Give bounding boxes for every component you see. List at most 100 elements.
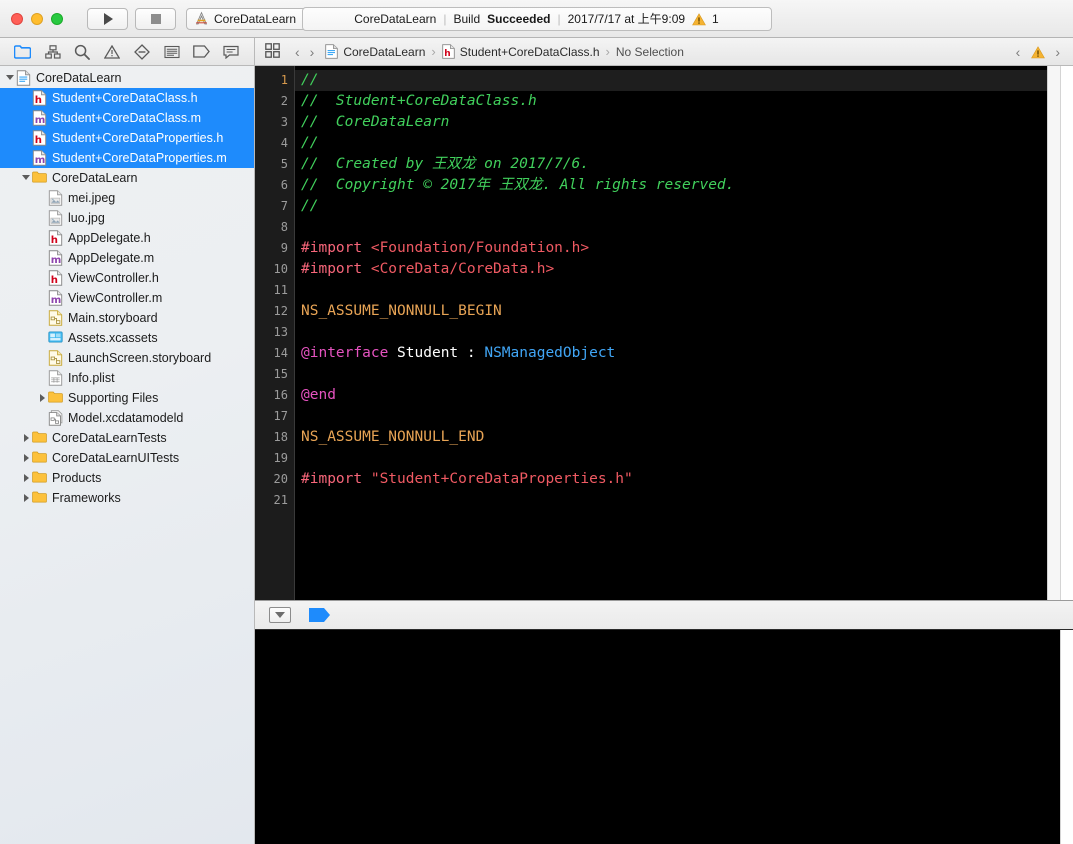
line-number: 18 bbox=[273, 430, 288, 444]
navigator-tab-debug[interactable] bbox=[162, 43, 182, 61]
breadcrumb-project[interactable]: CoreDataLearn bbox=[325, 44, 425, 59]
navigator-row[interactable]: Main.storyboard bbox=[0, 308, 254, 328]
navigate-back-button[interactable]: ‹ bbox=[290, 44, 305, 60]
minimize-window-button[interactable] bbox=[31, 12, 43, 25]
navigator-row[interactable]: Frameworks bbox=[0, 488, 254, 508]
folder-icon bbox=[32, 470, 47, 486]
editor-column: 1 2 3 4 5 6 7 8 9 10 11 12 13 14 15 16 17 18 19 20 21 //// S… bbox=[255, 66, 1073, 844]
navigator-tab-bar bbox=[0, 38, 255, 65]
code-line[interactable]: NS_ASSUME_NONNULL_END bbox=[295, 427, 1073, 448]
debug-console[interactable] bbox=[255, 630, 1073, 844]
navigator-row[interactable]: LaunchScreen.storyboard bbox=[0, 348, 254, 368]
navigator-tab-source-control[interactable] bbox=[43, 43, 63, 61]
svg-text:m: m bbox=[51, 255, 62, 266]
navigator-row-label: Supporting Files bbox=[68, 391, 159, 405]
code-line[interactable]: // CoreDataLearn bbox=[295, 112, 1073, 133]
navigator-row[interactable]: m AppDelegate.m bbox=[0, 248, 254, 268]
code-line[interactable]: @end bbox=[295, 385, 1073, 406]
line-number: 10 bbox=[273, 262, 288, 276]
disclosure-triangle-icon[interactable] bbox=[20, 474, 32, 482]
navigator-row[interactable]: h ViewController.h bbox=[0, 268, 254, 288]
status-build-result: Succeeded bbox=[487, 11, 551, 26]
editor-vertical-scrollbar[interactable] bbox=[1047, 66, 1060, 600]
navigator-row[interactable]: h Student+CoreDataClass.h bbox=[0, 88, 254, 108]
navigator-tab-breakpoint[interactable] bbox=[191, 43, 211, 61]
code-line[interactable]: // Student+CoreDataClass.h bbox=[295, 91, 1073, 112]
navigator-row[interactable]: m ViewController.m bbox=[0, 288, 254, 308]
project-navigator: CoreDataLearn h Student+CoreDataClass.h m St… bbox=[0, 66, 255, 844]
code-line[interactable] bbox=[295, 322, 1073, 343]
source-code-editor[interactable]: 1 2 3 4 5 6 7 8 9 10 11 12 13 14 15 16 17 18 19 20 21 //// S… bbox=[255, 66, 1073, 600]
navigator-row[interactable]: CoreDataLearnUITests bbox=[0, 448, 254, 468]
header-file-icon: h bbox=[48, 270, 63, 286]
navigator-row-label: Products bbox=[52, 471, 102, 485]
code-line[interactable] bbox=[295, 448, 1073, 469]
navigator-row-label: CoreDataLearn bbox=[36, 71, 122, 85]
code-token-type: NSManagedObject bbox=[484, 345, 616, 361]
navigator-row[interactable]: CoreDataLearnTests bbox=[0, 428, 254, 448]
toggle-console-button[interactable] bbox=[269, 607, 291, 623]
code-text[interactable]: // // Student+CoreDataClass.h // CoreDataL… bbox=[295, 66, 1073, 600]
run-button[interactable] bbox=[87, 7, 128, 30]
code-line[interactable]: #import <Foundation/Foundation.h> bbox=[295, 238, 1073, 259]
disclosure-triangle-icon[interactable] bbox=[20, 173, 32, 184]
stop-button[interactable] bbox=[135, 7, 176, 30]
next-issue-button[interactable]: › bbox=[1050, 44, 1065, 60]
disclosure-triangle-icon[interactable] bbox=[20, 454, 32, 462]
navigator-row[interactable]: m Student+CoreDataProperties.m bbox=[0, 148, 254, 168]
code-line[interactable] bbox=[295, 364, 1073, 385]
code-line[interactable]: // Copyright © 2017年 王双龙. All rights res… bbox=[295, 175, 1073, 196]
activity-status-bar[interactable]: CoreDataLearn | Build Succeeded | 2017/7… bbox=[301, 6, 772, 31]
navigator-row[interactable]: Assets.xcassets bbox=[0, 328, 254, 348]
line-number: 16 bbox=[273, 388, 288, 402]
code-line[interactable]: // Created by 王双龙 on 2017/7/6. bbox=[295, 154, 1073, 175]
previous-issue-button[interactable]: ‹ bbox=[1011, 44, 1026, 60]
zoom-window-button[interactable] bbox=[51, 12, 63, 25]
code-line[interactable]: // bbox=[295, 196, 1073, 217]
code-line[interactable] bbox=[295, 406, 1073, 427]
navigator-row[interactable]: h Student+CoreDataProperties.h bbox=[0, 128, 254, 148]
code-line[interactable]: // bbox=[295, 70, 1073, 91]
navigator-row[interactable]: h AppDelegate.h bbox=[0, 228, 254, 248]
code-line[interactable]: NS_ASSUME_NONNULL_BEGIN bbox=[295, 301, 1073, 322]
line-number: 11 bbox=[273, 283, 288, 297]
code-line[interactable] bbox=[295, 217, 1073, 238]
line-number: 15 bbox=[273, 367, 288, 381]
navigator-row[interactable]: Model.xcdatamodeld bbox=[0, 408, 254, 428]
code-line[interactable] bbox=[295, 280, 1073, 301]
navigator-tab-report[interactable] bbox=[221, 43, 241, 61]
scheme-icon bbox=[194, 11, 209, 26]
code-token-pre: #import bbox=[301, 240, 371, 256]
close-window-button[interactable] bbox=[11, 12, 23, 25]
navigator-row[interactable]: CoreDataLearn bbox=[0, 168, 254, 188]
navigator-row[interactable]: luo.jpg bbox=[0, 208, 254, 228]
breadcrumb-selection-label[interactable]: No Selection bbox=[616, 45, 684, 59]
navigate-forward-button[interactable]: › bbox=[305, 44, 320, 60]
breakpoint-toggle-icon[interactable] bbox=[309, 608, 331, 622]
related-items-icon[interactable] bbox=[265, 42, 280, 61]
navigator-tab-project[interactable] bbox=[13, 43, 33, 61]
navigator-row[interactable]: Products bbox=[0, 468, 254, 488]
breadcrumb-file[interactable]: h Student+CoreDataClass.h bbox=[442, 44, 600, 59]
navigator-row[interactable]: Supporting Files bbox=[0, 388, 254, 408]
navigator-row[interactable]: m Student+CoreDataClass.m bbox=[0, 108, 254, 128]
navigator-row[interactable]: CoreDataLearn bbox=[0, 68, 254, 88]
navigator-row[interactable]: mei.jpeg bbox=[0, 188, 254, 208]
code-line[interactable]: #import "Student+CoreDataProperties.h" bbox=[295, 469, 1073, 490]
navigator-tab-issue[interactable] bbox=[102, 43, 122, 61]
navigator-row[interactable]: Info.plist bbox=[0, 368, 254, 388]
navigator-tab-symbol[interactable] bbox=[72, 43, 92, 61]
warning-icon[interactable] bbox=[1031, 45, 1046, 58]
disclosure-triangle-icon[interactable] bbox=[20, 434, 32, 442]
disclosure-triangle-icon[interactable] bbox=[20, 494, 32, 502]
code-line[interactable]: // bbox=[295, 133, 1073, 154]
project-file-icon bbox=[325, 44, 339, 59]
disclosure-triangle-icon[interactable] bbox=[36, 394, 48, 402]
folder-icon bbox=[48, 390, 63, 406]
code-line[interactable]: #import <CoreData/CoreData.h> bbox=[295, 259, 1073, 280]
navigator-row-label: Student+CoreDataClass.h bbox=[52, 91, 198, 105]
code-line[interactable]: @interface Student : NSManagedObject bbox=[295, 343, 1073, 364]
navigator-tab-test[interactable] bbox=[132, 43, 152, 61]
disclosure-triangle-icon[interactable] bbox=[4, 73, 16, 84]
code-line[interactable] bbox=[295, 490, 1073, 511]
